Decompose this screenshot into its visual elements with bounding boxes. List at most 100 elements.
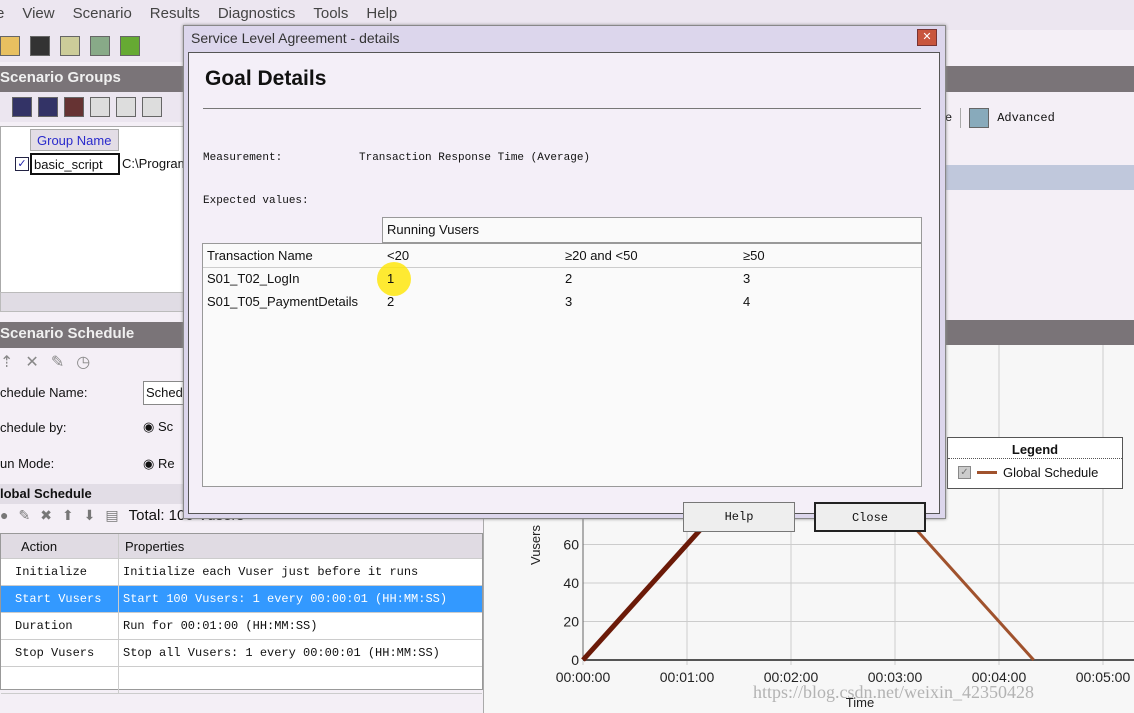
measurement-value: Transaction Response Time (Average) xyxy=(359,152,591,164)
advanced-icon xyxy=(969,108,990,128)
table-row-empty[interactable] xyxy=(1,667,482,694)
column-20-50: ≥20 and <50 xyxy=(565,247,638,263)
copy-icon[interactable]: ▤ xyxy=(105,507,118,524)
properties-cell: Start 100 Vusers: 1 every 00:00:01 (HH:M… xyxy=(123,592,448,606)
value-cell[interactable]: 1 xyxy=(377,261,561,296)
table-row[interactable]: Duration Run for 00:01:00 (HH:MM:SS) xyxy=(1,613,482,640)
dialog-title: Service Level Agreement - details xyxy=(191,30,400,46)
table-row[interactable]: S01_T05_PaymentDetails 2 3 4 xyxy=(203,290,921,313)
column-action[interactable]: Action xyxy=(1,534,119,558)
legend-label: Global Schedule xyxy=(1003,465,1099,480)
dialog-close-icon[interactable]: ✕ xyxy=(917,29,937,46)
y-tick-label: 0 xyxy=(571,652,579,668)
group-path-cell: C:\Program xyxy=(122,156,189,171)
column-lt20: <20 xyxy=(387,247,410,263)
group-enabled-checkbox[interactable]: ✓ xyxy=(15,157,29,171)
watermark: https://blog.csdn.net/weixin_42350428 xyxy=(753,682,1034,702)
run-mode-option: Re xyxy=(157,456,175,471)
add-action-icon[interactable]: ● xyxy=(0,507,8,524)
open-icon[interactable] xyxy=(0,36,20,56)
table-header: Transaction Name <20 ≥20 and <50 ≥50 xyxy=(203,244,921,267)
measurement-label: Measurement: xyxy=(203,152,283,164)
vusers-icon[interactable] xyxy=(12,97,32,117)
close-button[interactable]: Close xyxy=(814,502,926,532)
menu-file[interactable]: e xyxy=(0,5,4,30)
transaction-name-cell: S01_T02_LogIn xyxy=(207,271,300,287)
table-row[interactable]: Initialize Initialize each Vuser just bef… xyxy=(1,559,482,586)
legend-checkbox[interactable]: ✓ xyxy=(958,466,971,479)
expected-values-table: Transaction Name <20 ≥20 and <50 ≥50 S01… xyxy=(202,243,922,487)
toolbar-partial-label[interactable]: e xyxy=(945,111,952,125)
run-mode-radio[interactable]: ◉ Re xyxy=(143,456,175,472)
add-group-icon[interactable] xyxy=(38,97,58,117)
value-cell[interactable]: 2 xyxy=(383,290,561,313)
advanced-button[interactable]: Advanced xyxy=(997,111,1055,125)
menu-scenario[interactable]: Scenario xyxy=(73,5,132,30)
cursor-highlight xyxy=(377,261,411,296)
delete-action-icon[interactable]: ✖ xyxy=(40,507,52,524)
group-name-cell[interactable]: basic_script xyxy=(30,153,120,175)
legend: Legend ✓ Global Schedule xyxy=(947,437,1123,489)
sla-icon[interactable] xyxy=(90,36,110,56)
dialog-heading: Goal Details xyxy=(205,67,327,90)
y-tick-label: 20 xyxy=(563,614,579,630)
table-row[interactable]: Stop Vusers Stop all Vusers: 1 every 00:0… xyxy=(1,640,482,667)
table-row-selected[interactable]: Start Vusers Start 100 Vusers: 1 every 00… xyxy=(1,586,482,613)
x-tick-label: 00:05:00 xyxy=(1076,669,1131,685)
horizontal-scrollbar[interactable] xyxy=(0,292,190,312)
move-down-icon[interactable]: ⬇ xyxy=(84,507,96,524)
value-cell[interactable]: 3 xyxy=(561,290,739,313)
schedule-clock-icon[interactable]: ◷ xyxy=(76,352,90,372)
view-script-icon[interactable] xyxy=(116,97,136,117)
properties-cell: Run for 00:01:00 (HH:MM:SS) xyxy=(123,619,318,633)
details-icon[interactable] xyxy=(90,97,110,117)
schedule-by-radio[interactable]: ◉ Sc xyxy=(143,419,173,435)
y-tick-label: 60 xyxy=(563,537,579,553)
value-cell[interactable]: 4 xyxy=(739,290,921,313)
table-row[interactable]: S01_T02_LogIn 1 2 3 xyxy=(203,261,921,296)
right-panel-header xyxy=(945,66,1134,92)
rename-icon[interactable]: ✎ xyxy=(51,352,64,372)
remove-group-icon[interactable] xyxy=(64,97,84,117)
value-cell[interactable]: 2 xyxy=(561,267,739,290)
x-tick-label: 00:00:00 xyxy=(556,669,611,685)
y-tick-label: 40 xyxy=(563,575,579,591)
right-toolbar: e Advanced xyxy=(945,108,1055,128)
save-icon[interactable] xyxy=(30,36,50,56)
edit-action-icon[interactable]: ✎ xyxy=(18,507,30,524)
schedule-by-option: Sc xyxy=(157,419,174,434)
edit-script-icon[interactable] xyxy=(142,97,162,117)
value-cell[interactable]: 3 xyxy=(739,267,921,290)
analysis-icon[interactable] xyxy=(120,36,140,56)
column-group-name[interactable]: Group Name xyxy=(30,129,119,151)
action-cell: Duration xyxy=(1,613,119,639)
right-subheader xyxy=(945,165,1134,190)
x-tick-label: 00:01:00 xyxy=(660,669,715,685)
action-cell: Start Vusers xyxy=(1,586,119,612)
help-button[interactable]: Help xyxy=(683,502,795,532)
groups-grid: Group Name ✓ basic_script C:\Program xyxy=(0,126,190,294)
heading-divider xyxy=(203,108,921,109)
schedule-name-label: chedule Name: xyxy=(0,385,88,400)
legend-title: Legend xyxy=(948,438,1122,459)
move-up-icon[interactable]: ⬆ xyxy=(62,507,74,524)
properties-cell: Initialize each Vuser just before it run… xyxy=(123,565,419,579)
right-lower-header xyxy=(945,320,1134,345)
table-header: Action Properties xyxy=(1,534,482,559)
load-generators-icon[interactable] xyxy=(60,36,80,56)
legend-line-swatch xyxy=(977,471,997,474)
legend-item: ✓ Global Schedule xyxy=(948,459,1122,480)
schedule-by-label: chedule by: xyxy=(0,420,67,435)
main-toolbar xyxy=(0,30,190,62)
schedule-name-select[interactable]: Sched xyxy=(143,381,188,405)
menu-view[interactable]: View xyxy=(22,5,54,30)
delete-icon[interactable]: ✕ xyxy=(25,352,38,372)
running-vusers-header: Running Vusers xyxy=(382,217,922,243)
dialog-body: Goal Details Measurement: Transaction Re… xyxy=(188,52,940,532)
schedule-toolbar: ⇡ ✕ ✎ ◷ xyxy=(0,352,90,372)
action-cell: Stop Vusers xyxy=(1,640,119,666)
column-transaction-name: Transaction Name xyxy=(207,247,313,263)
transaction-name-cell: S01_T05_PaymentDetails xyxy=(207,294,359,309)
column-properties[interactable]: Properties xyxy=(119,539,184,554)
new-schedule-icon[interactable]: ⇡ xyxy=(0,352,13,372)
